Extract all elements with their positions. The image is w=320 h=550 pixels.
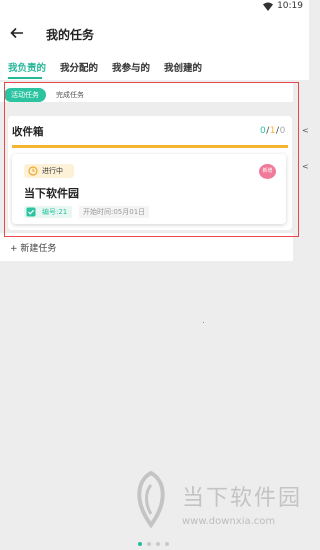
page-title: 我的任务 xyxy=(46,28,95,42)
page-dot xyxy=(147,542,151,546)
downxia-logo-icon xyxy=(137,470,165,528)
highlight-box xyxy=(4,82,299,237)
new-task-button[interactable]: + 新建任务 xyxy=(10,241,56,254)
tab-participating[interactable]: 我参与的 xyxy=(112,60,150,74)
tab-bar: 我负责的 我分配的 我参与的 我创建的 xyxy=(0,54,309,80)
tab-responsible[interactable]: 我负责的 xyxy=(8,60,46,74)
tab-assigned[interactable]: 我分配的 xyxy=(60,60,98,74)
edge-mark-top: < xyxy=(302,126,309,135)
speck xyxy=(203,322,204,323)
status-time: 10:19 xyxy=(277,1,303,11)
edge-mark-bottom: < xyxy=(302,162,309,171)
watermark-name: 当下软件园 xyxy=(182,486,303,511)
tab-created[interactable]: 我创建的 xyxy=(164,60,202,74)
status-bar: 10:19 xyxy=(0,0,309,14)
page-dot xyxy=(138,542,142,546)
tab-underline xyxy=(8,77,42,79)
page-dot xyxy=(156,542,160,546)
page-dot xyxy=(165,542,169,546)
arrow-left-icon[interactable] xyxy=(10,26,24,40)
watermark-url: www.downxia.com xyxy=(182,516,276,527)
app-bar: 我的任务 xyxy=(0,14,309,54)
wifi-icon xyxy=(263,2,273,11)
